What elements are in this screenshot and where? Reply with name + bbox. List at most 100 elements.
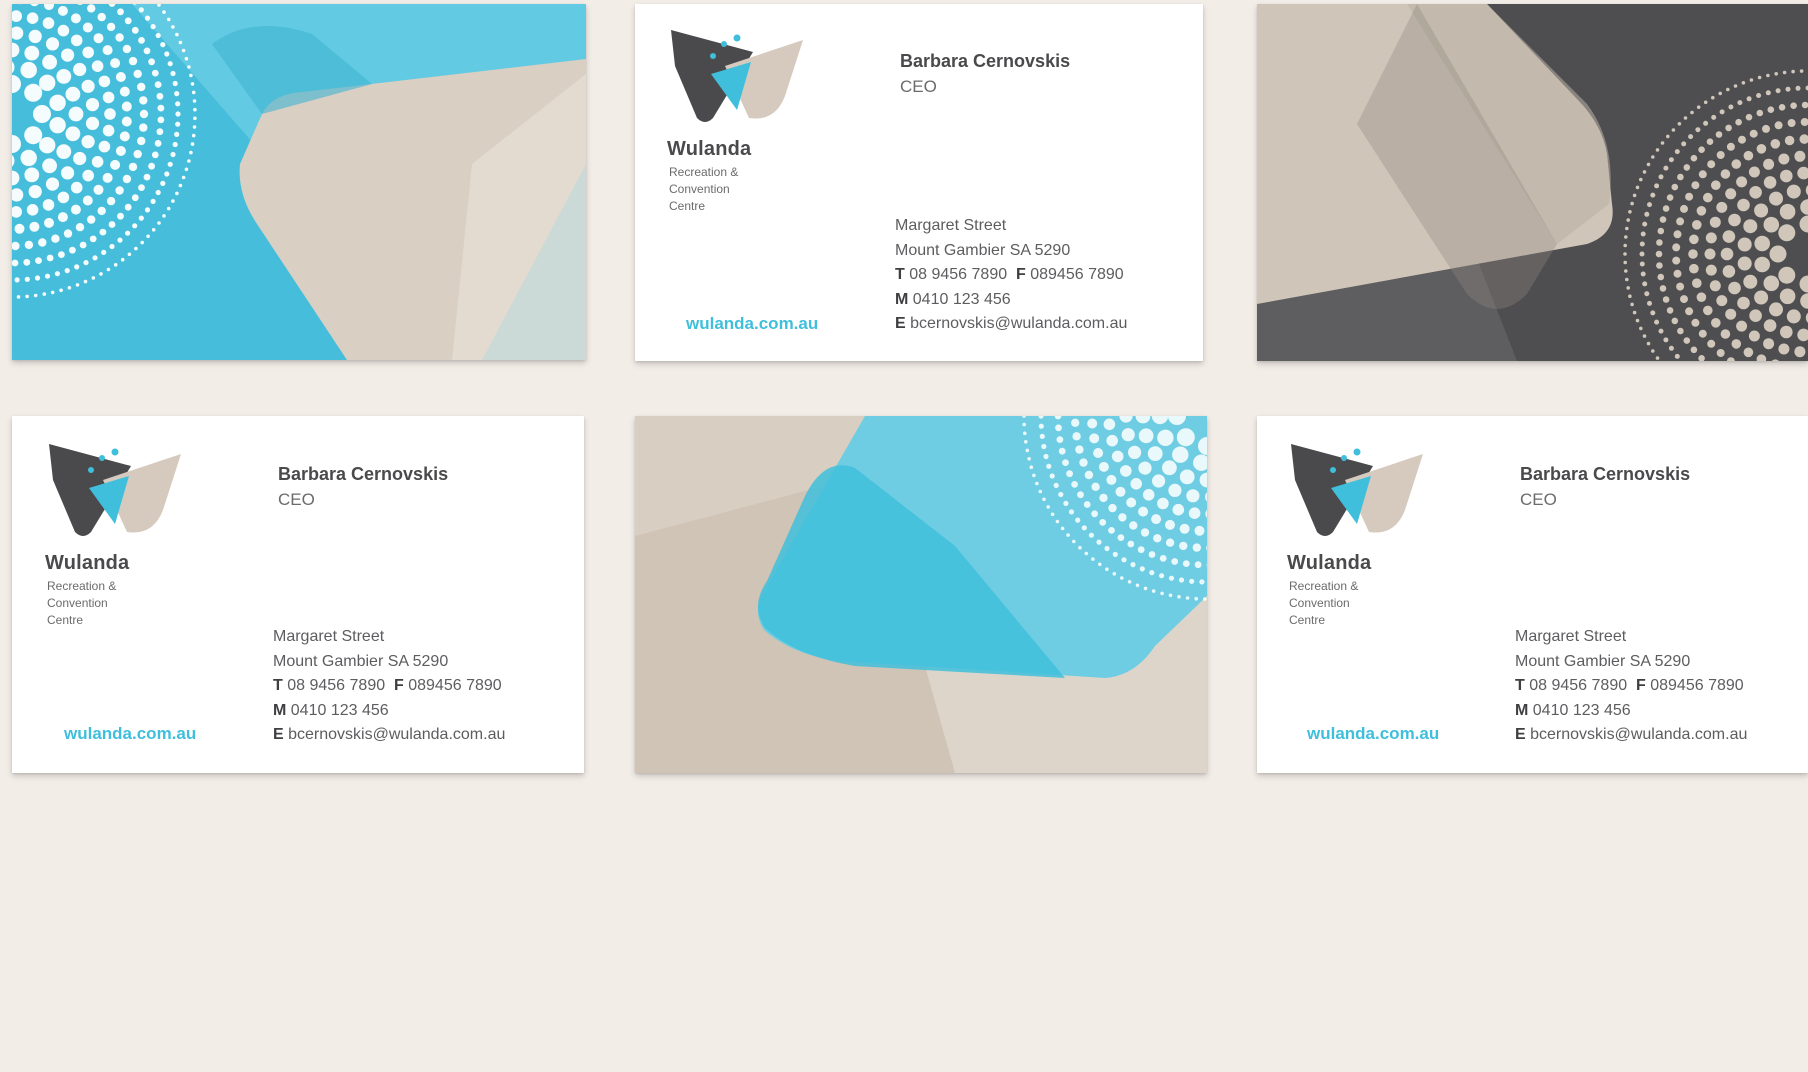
pattern-dot bbox=[1639, 261, 1645, 267]
pattern-dot bbox=[98, 75, 111, 88]
pattern-dot bbox=[1660, 141, 1665, 145]
pattern-dot bbox=[113, 263, 118, 267]
address-line: Mount Gambier SA 5290 bbox=[1515, 652, 1691, 670]
pattern-dot bbox=[1676, 282, 1685, 291]
pattern-dot bbox=[1763, 319, 1777, 332]
pattern-dot bbox=[128, 56, 138, 66]
pattern-dot bbox=[117, 8, 124, 16]
pattern-dot bbox=[91, 60, 104, 72]
pattern-dot bbox=[1130, 478, 1142, 490]
pattern-dot bbox=[1108, 527, 1115, 534]
pattern-dot bbox=[1089, 433, 1100, 444]
pattern-dot bbox=[1778, 224, 1796, 242]
pattern-dot bbox=[70, 204, 81, 215]
pattern-dot bbox=[131, 26, 139, 34]
pattern-dot bbox=[1172, 503, 1185, 516]
pattern-dot bbox=[1098, 461, 1109, 472]
pattern-dot bbox=[1799, 69, 1804, 73]
brand-subtitle-line: Recreation & bbox=[1289, 579, 1359, 593]
pattern-dot bbox=[1756, 93, 1762, 98]
brand-subtitle-line: Centre bbox=[47, 613, 84, 627]
pattern-dot bbox=[16, 295, 21, 299]
pattern-dot bbox=[1728, 104, 1734, 110]
brand-name: Wulanda bbox=[667, 138, 752, 160]
pattern-dot bbox=[1654, 183, 1660, 189]
website-link: wulanda.com.au bbox=[64, 724, 197, 743]
pattern-dot bbox=[1642, 281, 1648, 287]
pattern-dot bbox=[20, 149, 37, 167]
mobile-number: 0410 123 456 bbox=[1532, 701, 1631, 719]
pattern-dot bbox=[1737, 100, 1743, 106]
pattern-dot bbox=[102, 91, 115, 104]
pattern-dot bbox=[1705, 264, 1717, 276]
pattern-dot bbox=[1626, 218, 1630, 222]
pattern-dot bbox=[157, 221, 161, 225]
mobile-line: M 0410 123 456 bbox=[273, 699, 505, 724]
pattern-dot bbox=[1099, 493, 1108, 503]
pattern-dot bbox=[122, 44, 132, 54]
pattern-dot bbox=[1718, 91, 1722, 96]
pattern-dot bbox=[1042, 497, 1046, 502]
pattern-dot bbox=[174, 131, 180, 137]
pattern-dot bbox=[1025, 448, 1030, 453]
pattern-dot bbox=[1737, 296, 1750, 310]
phone-prefix: T bbox=[273, 677, 283, 694]
pattern-dot bbox=[1118, 513, 1127, 522]
pattern-dot bbox=[1707, 339, 1716, 348]
pattern-dot bbox=[1127, 540, 1135, 548]
pattern-dot bbox=[56, 69, 72, 84]
pattern-dot bbox=[1763, 275, 1780, 292]
card-back-sand bbox=[635, 416, 1207, 773]
pattern-dot bbox=[39, 74, 56, 92]
pattern-dot bbox=[1171, 558, 1179, 565]
pattern-dot bbox=[115, 33, 124, 42]
pattern-dot bbox=[1756, 144, 1767, 154]
pattern-dot bbox=[1719, 109, 1725, 115]
brand-name: Wulanda bbox=[45, 552, 130, 574]
pattern-dot bbox=[39, 137, 56, 154]
pattern-dot bbox=[1677, 173, 1684, 181]
pattern-dot bbox=[171, 25, 175, 29]
pattern-dot bbox=[1769, 245, 1787, 263]
pattern-dot bbox=[57, 5, 68, 16]
pattern-dot bbox=[1096, 539, 1102, 545]
pattern-dot bbox=[1689, 263, 1699, 274]
pattern-dot bbox=[1733, 84, 1738, 88]
brand-name: Wulanda bbox=[1287, 552, 1372, 574]
pattern-dot bbox=[75, 223, 85, 232]
pattern-dot bbox=[1157, 497, 1169, 510]
pattern-dot bbox=[187, 65, 191, 69]
pattern-dot bbox=[1135, 583, 1140, 588]
pattern-dot bbox=[1794, 150, 1806, 162]
pattern-dot bbox=[143, 173, 151, 181]
pattern-dot bbox=[1058, 491, 1064, 498]
pattern-dot bbox=[68, 106, 84, 122]
pattern-dot bbox=[1674, 149, 1680, 155]
pattern-dot bbox=[1666, 307, 1674, 314]
pattern-dot bbox=[1685, 192, 1694, 201]
pattern-dot bbox=[24, 276, 30, 282]
pattern-dot bbox=[1632, 193, 1637, 198]
pattern-dot bbox=[151, 69, 159, 77]
pattern-dot bbox=[1741, 81, 1746, 85]
pattern-dot bbox=[1172, 446, 1189, 463]
pattern-dot bbox=[98, 140, 111, 153]
pattern-dot bbox=[175, 111, 181, 117]
pattern-dot bbox=[110, 159, 121, 170]
pattern-dot bbox=[1703, 192, 1713, 203]
pattern-dot bbox=[1188, 507, 1201, 519]
pattern-dot bbox=[1672, 256, 1681, 265]
pattern-dot bbox=[1677, 122, 1682, 126]
pattern-dot bbox=[1685, 307, 1694, 316]
pattern-dot bbox=[1165, 538, 1175, 547]
pattern-dot bbox=[1630, 201, 1634, 206]
card-front-right: Wulanda Recreation & Convention Centre B… bbox=[1257, 416, 1808, 773]
pattern-dot bbox=[1137, 546, 1145, 554]
mobile-prefix: M bbox=[895, 290, 909, 308]
pattern-dot bbox=[85, 98, 100, 112]
pattern-dot bbox=[1716, 201, 1728, 213]
person-title: CEO bbox=[1520, 490, 1557, 509]
pattern-dot bbox=[1189, 578, 1195, 584]
pattern-dot bbox=[79, 241, 87, 249]
pattern-dot bbox=[1639, 241, 1645, 247]
